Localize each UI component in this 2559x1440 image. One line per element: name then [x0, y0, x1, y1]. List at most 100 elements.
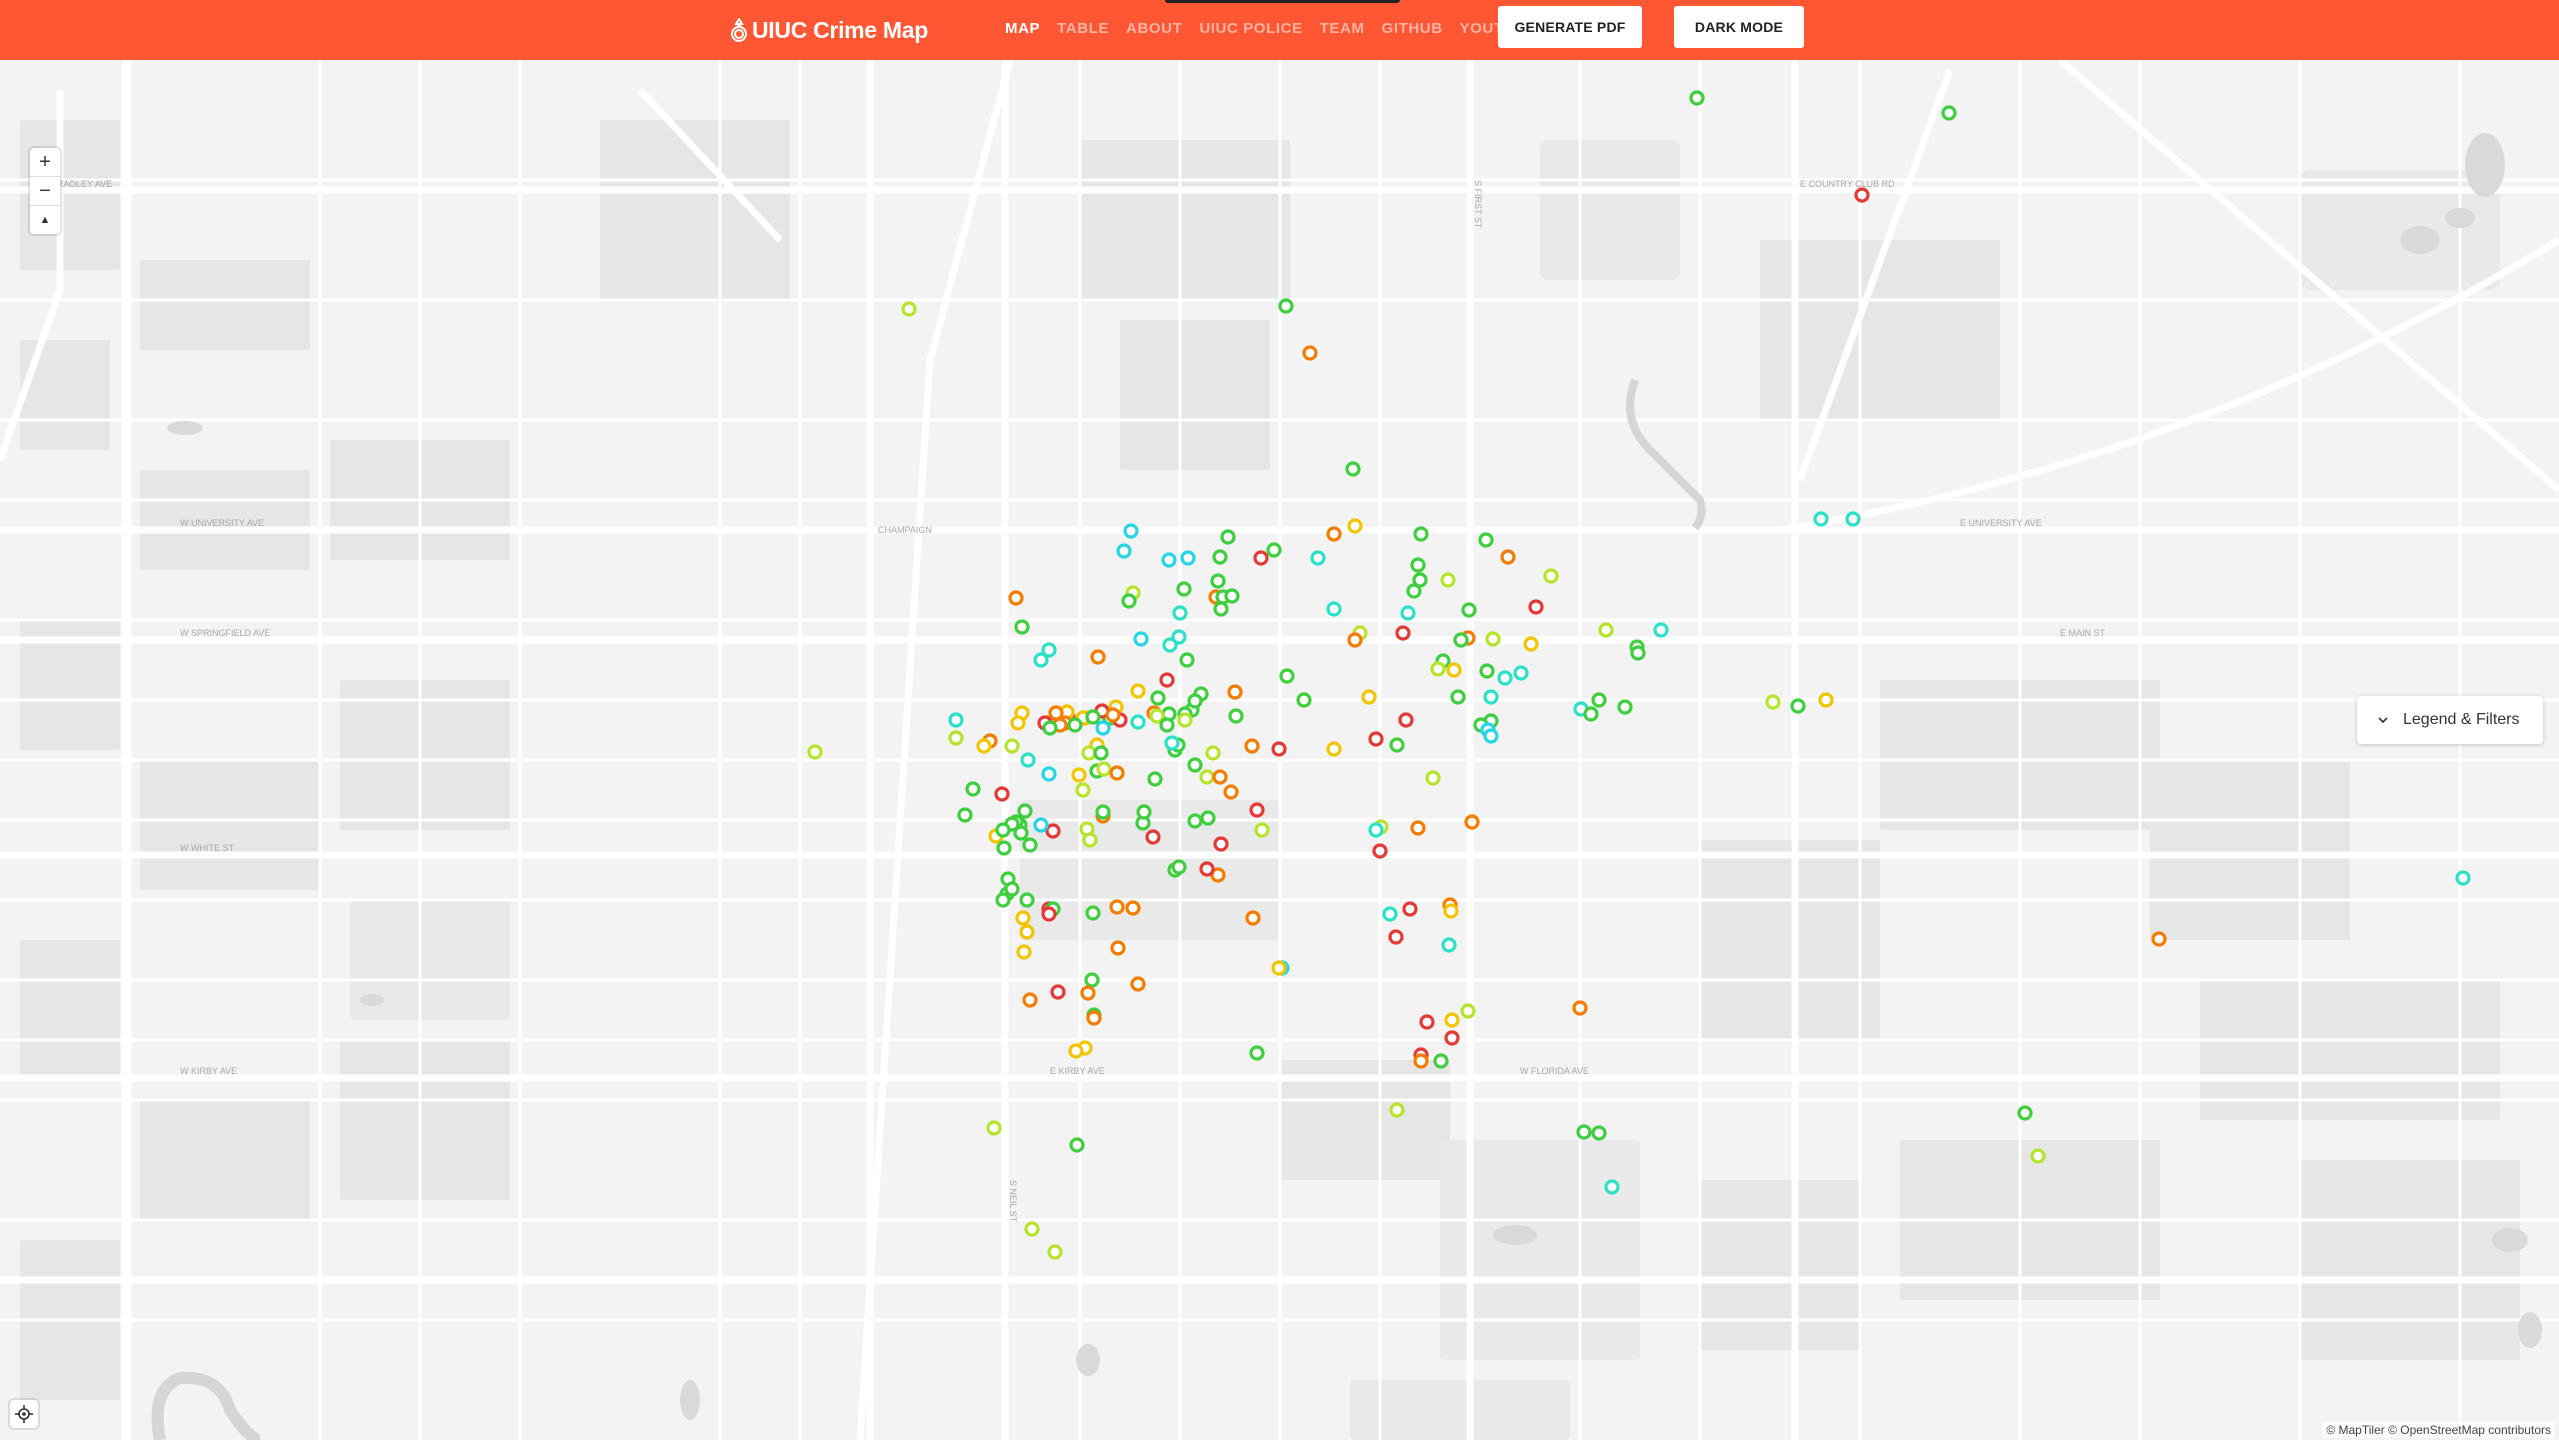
incident-marker[interactable]	[1485, 631, 1501, 647]
incident-marker[interactable]	[1205, 745, 1221, 761]
incident-marker[interactable]	[1171, 859, 1187, 875]
incident-marker[interactable]	[1368, 822, 1384, 838]
incident-marker[interactable]	[1224, 588, 1240, 604]
incident-marker[interactable]	[965, 781, 981, 797]
incident-marker[interactable]	[1388, 929, 1404, 945]
incident-marker[interactable]	[1017, 803, 1033, 819]
incident-marker[interactable]	[1081, 745, 1097, 761]
incident-marker[interactable]	[1227, 684, 1243, 700]
incident-marker[interactable]	[1326, 526, 1342, 542]
incident-marker[interactable]	[1067, 717, 1083, 733]
incident-marker[interactable]	[1010, 715, 1026, 731]
incident-marker[interactable]	[1400, 605, 1416, 621]
incident-marker[interactable]	[1210, 573, 1226, 589]
incident-marker[interactable]	[1576, 1124, 1592, 1140]
incident-marker[interactable]	[1630, 645, 1646, 661]
incident-marker[interactable]	[1444, 1030, 1460, 1046]
incident-marker[interactable]	[1033, 817, 1049, 833]
legend-filters-toggle[interactable]: Legend & Filters	[2357, 696, 2543, 744]
incident-marker[interactable]	[1483, 689, 1499, 705]
incident-marker[interactable]	[2455, 870, 2471, 886]
incident-marker[interactable]	[1372, 843, 1388, 859]
incident-marker[interactable]	[1598, 622, 1614, 638]
incident-marker[interactable]	[1212, 769, 1228, 785]
incident-marker[interactable]	[1296, 692, 1312, 708]
incident-marker[interactable]	[1604, 1179, 1620, 1195]
incident-marker[interactable]	[1790, 698, 1806, 714]
incident-marker[interactable]	[1249, 1045, 1265, 1061]
incident-marker[interactable]	[1266, 542, 1282, 558]
incident-marker[interactable]	[1068, 1043, 1084, 1059]
incident-marker[interactable]	[1130, 683, 1146, 699]
incident-marker[interactable]	[1278, 298, 1294, 314]
incident-marker[interactable]	[1271, 960, 1287, 976]
incident-marker[interactable]	[1041, 906, 1057, 922]
incident-marker[interactable]	[1150, 690, 1166, 706]
incident-marker[interactable]	[1433, 1053, 1449, 1069]
incident-marker[interactable]	[1591, 1125, 1607, 1141]
incident-marker[interactable]	[1086, 1010, 1102, 1026]
nav-item-uiuc-police[interactable]: UIUC POLICE	[1199, 20, 1302, 37]
incident-marker[interactable]	[1479, 663, 1495, 679]
incident-marker[interactable]	[1430, 661, 1446, 677]
incident-marker[interactable]	[1310, 550, 1326, 566]
incident-marker[interactable]	[1228, 708, 1244, 724]
incident-marker[interactable]	[1413, 1053, 1429, 1069]
incident-marker[interactable]	[1653, 622, 1669, 638]
incident-marker[interactable]	[1854, 187, 1870, 203]
incident-marker[interactable]	[1121, 593, 1137, 609]
incident-marker[interactable]	[1109, 765, 1125, 781]
incident-marker[interactable]	[1015, 910, 1031, 926]
incident-marker[interactable]	[1095, 720, 1111, 736]
incident-marker[interactable]	[1813, 511, 1829, 527]
incident-marker[interactable]	[1212, 549, 1228, 565]
compass-button[interactable]: ▲	[30, 206, 60, 234]
incident-marker[interactable]	[1244, 738, 1260, 754]
incident-marker[interactable]	[1523, 636, 1539, 652]
incident-marker[interactable]	[1177, 712, 1193, 728]
incident-marker[interactable]	[1941, 105, 1957, 121]
incident-marker[interactable]	[1199, 861, 1215, 877]
incident-marker[interactable]	[1080, 985, 1096, 1001]
incident-marker[interactable]	[1159, 717, 1175, 733]
incident-marker[interactable]	[1326, 601, 1342, 617]
incident-marker[interactable]	[1389, 1102, 1405, 1118]
incident-marker[interactable]	[1048, 705, 1064, 721]
incident-marker[interactable]	[1254, 822, 1270, 838]
incident-marker[interactable]	[1410, 820, 1426, 836]
incident-marker[interactable]	[1326, 741, 1342, 757]
nav-item-github[interactable]: GITHUB	[1382, 20, 1443, 37]
incident-marker[interactable]	[1187, 693, 1203, 709]
incident-marker[interactable]	[995, 892, 1011, 908]
incident-marker[interactable]	[1410, 557, 1426, 573]
incident-marker[interactable]	[1464, 814, 1480, 830]
incident-marker[interactable]	[2151, 931, 2167, 947]
brand-logo[interactable]: UIUC Crime Map	[730, 14, 928, 46]
incident-marker[interactable]	[1478, 532, 1494, 548]
incident-marker[interactable]	[1450, 689, 1466, 705]
incident-marker[interactable]	[1016, 944, 1032, 960]
incident-marker[interactable]	[1125, 900, 1141, 916]
incident-marker[interactable]	[1008, 590, 1024, 606]
nav-item-table[interactable]: TABLE	[1057, 20, 1109, 37]
incident-marker[interactable]	[901, 301, 917, 317]
incident-marker[interactable]	[2030, 1148, 2046, 1164]
incident-marker[interactable]	[1084, 972, 1100, 988]
incident-marker[interactable]	[948, 712, 964, 728]
incident-marker[interactable]	[1123, 523, 1139, 539]
incident-marker[interactable]	[1082, 832, 1098, 848]
incident-marker[interactable]	[1528, 599, 1544, 615]
incident-marker[interactable]	[1591, 692, 1607, 708]
incident-marker[interactable]	[1024, 1221, 1040, 1237]
zoom-out-button[interactable]: −	[30, 177, 60, 206]
geolocate-button[interactable]	[10, 1400, 38, 1428]
incident-marker[interactable]	[1402, 901, 1418, 917]
incident-marker[interactable]	[1180, 550, 1196, 566]
incident-marker[interactable]	[1453, 632, 1469, 648]
incident-marker[interactable]	[994, 786, 1010, 802]
incident-marker[interactable]	[996, 840, 1012, 856]
incident-marker[interactable]	[1583, 706, 1599, 722]
incident-marker[interactable]	[1161, 552, 1177, 568]
incident-marker[interactable]	[1187, 813, 1203, 829]
incident-marker[interactable]	[1130, 976, 1146, 992]
